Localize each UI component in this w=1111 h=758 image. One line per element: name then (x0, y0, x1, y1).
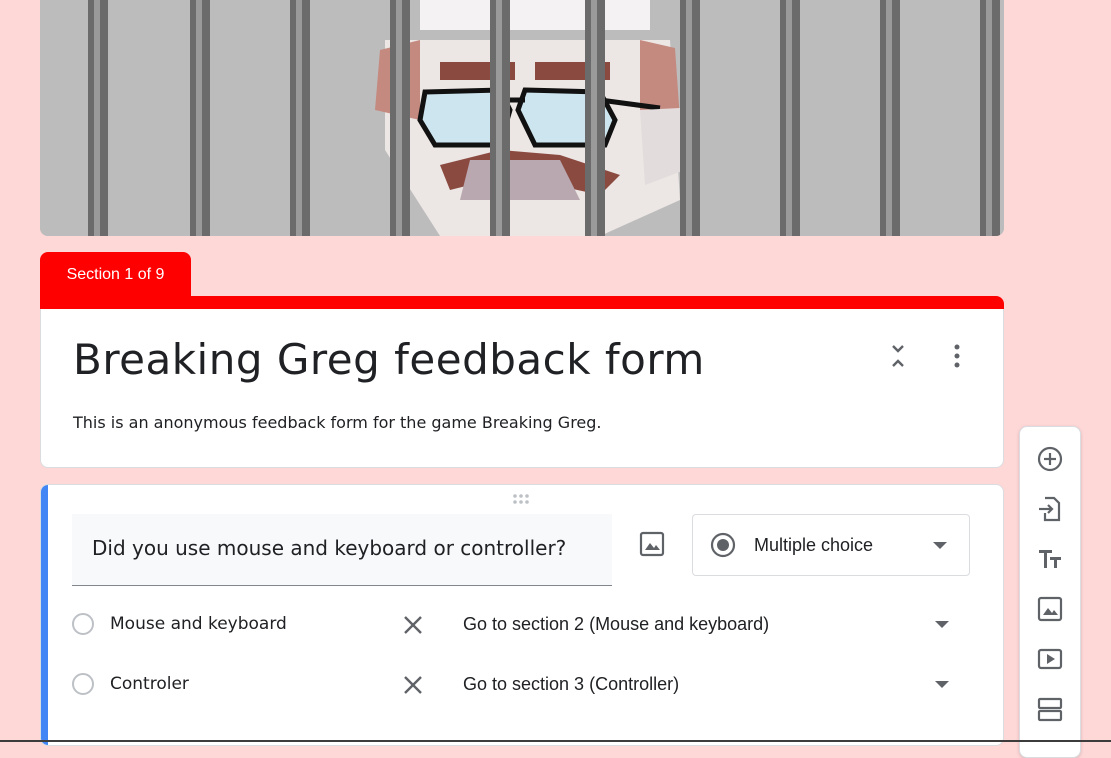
option-row: Controler Go to section 3 (Controller) (72, 665, 972, 705)
side-toolbar (1019, 426, 1081, 758)
remove-option-icon[interactable] (402, 674, 424, 696)
option-radio (72, 613, 94, 635)
add-image-icon[interactable] (639, 531, 665, 557)
import-questions-icon[interactable] (1037, 496, 1063, 522)
option-label-input[interactable]: Controler (110, 665, 189, 703)
section-accent-bar (40, 296, 1004, 310)
add-section-icon[interactable] (1037, 696, 1063, 722)
goto-section-select[interactable]: Go to section 3 (Controller) (463, 665, 679, 703)
dropdown-arrow-icon[interactable] (935, 681, 949, 689)
collapse-section-icon[interactable] (887, 343, 909, 369)
add-title-icon[interactable] (1037, 546, 1063, 572)
option-label-input[interactable]: Mouse and keyboard (110, 605, 287, 643)
dropdown-arrow-icon[interactable] (935, 621, 949, 629)
question-card[interactable]: Did you use mouse and keyboard or contro… (40, 484, 1004, 746)
dropdown-arrow-icon (933, 542, 947, 549)
question-accent-bar (41, 485, 48, 745)
goto-section-select[interactable]: Go to section 2 (Mouse and keyboard) (463, 605, 769, 643)
form-description[interactable]: This is an anonymous feedback form for t… (73, 413, 602, 432)
more-options-icon[interactable] (947, 341, 967, 371)
add-image-icon[interactable] (1037, 596, 1063, 622)
option-row: Mouse and keyboard Go to section 2 (Mous… (72, 605, 972, 645)
form-title[interactable]: Breaking Greg feedback form (73, 335, 705, 384)
question-title-input[interactable]: Did you use mouse and keyboard or contro… (72, 514, 612, 586)
radio-button-icon (710, 532, 736, 558)
form-title-card[interactable]: Breaking Greg feedback form This is an a… (40, 309, 1004, 468)
drag-handle-icon[interactable] (512, 493, 534, 505)
question-type-dropdown[interactable]: Multiple choice (692, 514, 970, 576)
section-tab: Section 1 of 9 (40, 252, 191, 300)
add-question-icon[interactable] (1037, 446, 1063, 472)
remove-option-icon[interactable] (402, 614, 424, 636)
question-type-label: Multiple choice (754, 535, 874, 555)
header-image (40, 0, 1004, 236)
option-radio (72, 673, 94, 695)
add-video-icon[interactable] (1037, 646, 1063, 672)
